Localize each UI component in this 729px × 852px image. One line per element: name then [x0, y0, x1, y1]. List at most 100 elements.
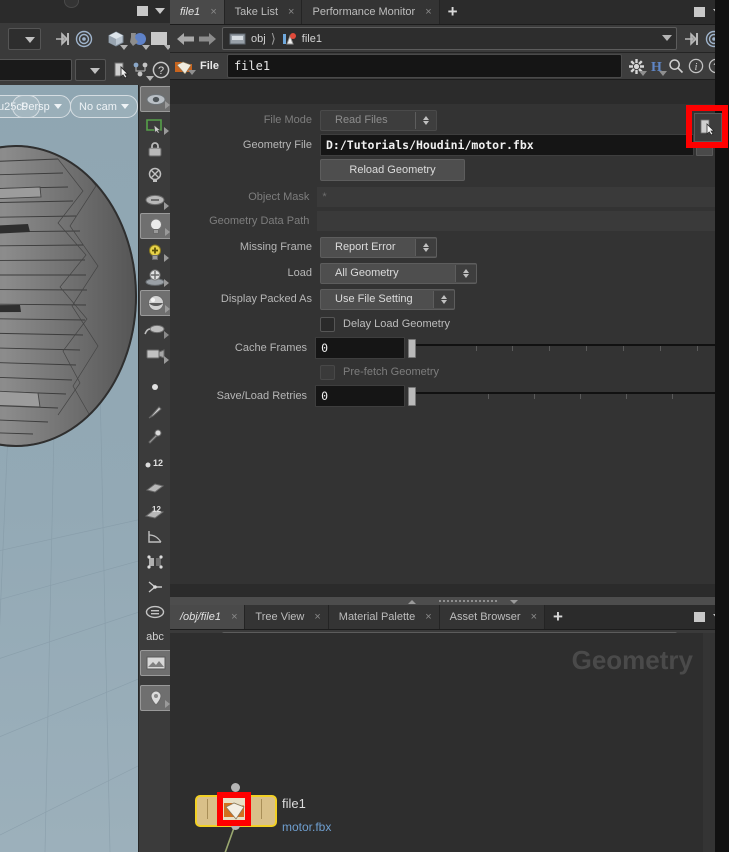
splitter-grip[interactable] [438, 599, 498, 604]
target-icon[interactable] [73, 28, 94, 50]
node-graph-icon[interactable] [131, 59, 155, 81]
close-icon[interactable]: × [210, 6, 216, 18]
environment-light-icon[interactable] [140, 265, 170, 289]
spinner-icon[interactable] [455, 264, 476, 282]
gear-icon[interactable] [626, 55, 647, 77]
tab-file1[interactable]: file1 × [170, 0, 225, 24]
file-mode-menu[interactable]: Read Files [320, 109, 437, 131]
path-crumb-file1[interactable]: file1 [302, 33, 322, 45]
houdini-h-icon[interactable]: H [646, 55, 667, 77]
geometry-file-input[interactable]: D:/Tutorials/Houdini/motor.fbx [320, 133, 694, 156]
select-arrow-icon[interactable] [112, 59, 131, 81]
cache-frames-slider[interactable] [408, 338, 715, 358]
path-crumb-obj[interactable]: obj [251, 33, 266, 45]
maximize-pane-button[interactable] [694, 612, 705, 622]
eyedropper-icon[interactable] [140, 425, 170, 449]
split-tool-icon[interactable] [140, 575, 170, 599]
param-row-reload: Reload Geometry [170, 157, 715, 182]
slider-handle[interactable] [408, 339, 417, 358]
pivot-cross-icon[interactable] [140, 163, 170, 187]
spinner-icon[interactable] [433, 290, 454, 308]
tab-material-palette[interactable]: Material Palette × [328, 605, 440, 629]
close-icon[interactable]: × [314, 611, 320, 623]
reload-geometry-button[interactable]: Reload Geometry [320, 158, 465, 181]
uv-tool-icon[interactable] [140, 317, 170, 341]
tab-obj-file1[interactable]: /obj/file1 × [170, 605, 246, 629]
param-row-missing-frame: Missing Frame Report Error [170, 234, 715, 260]
tab-performance-monitor[interactable]: Performance Monitor × [302, 0, 440, 24]
add-light-icon[interactable] [140, 240, 170, 264]
curve-tool-icon[interactable] [140, 525, 170, 549]
back-arrow-icon[interactable] [174, 29, 196, 49]
info-icon[interactable]: i [686, 55, 706, 77]
view-tool-icon[interactable] [140, 86, 172, 112]
measure-edge-icon[interactable]: 12 [140, 500, 170, 524]
add-tab-button[interactable]: + [440, 0, 466, 24]
points-grid-icon[interactable] [140, 550, 170, 574]
viewport-persp-pill[interactable]: Persp [12, 95, 71, 118]
scene-viewport[interactable]: \u25c9 Persp No cam [0, 85, 138, 852]
measure-number-icon[interactable]: 12 [140, 450, 170, 474]
lighting-icon[interactable] [126, 28, 150, 50]
forward-arrow-icon[interactable] [196, 29, 218, 49]
material-tool-icon[interactable] [140, 290, 172, 316]
chevron-down-icon[interactable] [662, 35, 672, 41]
viewport-filter-combo[interactable] [74, 59, 106, 81]
pre-fetch-geometry-checkbox[interactable] [320, 364, 335, 380]
tab-take-list[interactable]: Take List × [224, 0, 303, 24]
node-input-connector[interactable] [231, 783, 240, 792]
node-path-field[interactable]: obj ⟩ file1 [222, 27, 677, 50]
close-icon[interactable]: × [531, 611, 537, 623]
tab-asset-browser[interactable]: Asset Browser × [439, 605, 546, 629]
missing-frame-menu[interactable]: Report Error [320, 236, 437, 258]
add-tab-button[interactable]: + [545, 605, 571, 629]
cube-icon[interactable] [105, 28, 128, 50]
maximize-pane-button[interactable] [137, 6, 148, 16]
pin-icon[interactable] [53, 28, 74, 50]
close-icon[interactable]: × [288, 6, 294, 18]
spinner-icon[interactable] [415, 238, 436, 256]
capsule-handle-icon[interactable] [140, 188, 170, 212]
geometry-data-path-input[interactable] [317, 211, 715, 231]
network-canvas[interactable]: Geometry file1 motor.fbx [170, 633, 715, 852]
capsule-shape-icon[interactable] [140, 600, 170, 624]
search-icon[interactable] [666, 55, 686, 77]
spinner-icon[interactable] [415, 111, 436, 129]
pane-menu-button[interactable] [155, 8, 165, 14]
tab-tree-view[interactable]: Tree View × [245, 605, 329, 629]
load-menu[interactable]: All Geometry [320, 262, 477, 284]
viewport-camera-pill[interactable]: No cam [70, 95, 138, 118]
display-packed-as-menu[interactable]: Use File Setting [320, 288, 455, 310]
close-icon[interactable]: × [231, 611, 237, 623]
point-icon[interactable] [140, 375, 170, 399]
save-load-retries-input[interactable]: 0 [315, 385, 406, 407]
close-icon[interactable]: × [425, 611, 431, 623]
delay-load-geometry-checkbox[interactable] [320, 316, 335, 332]
collapse-down-icon[interactable] [510, 600, 518, 604]
maximize-pane-button[interactable] [694, 7, 705, 17]
viewport-search-field[interactable] [0, 59, 72, 81]
sculpt-tool-icon[interactable] [140, 475, 170, 499]
file-sop-icon [170, 58, 196, 75]
geometry-file-browse-button[interactable] [694, 113, 722, 142]
marker-pin-icon[interactable] [140, 685, 172, 711]
light-tool-icon[interactable] [140, 213, 172, 239]
pin-icon[interactable] [681, 28, 703, 50]
network-scrollbar[interactable] [703, 633, 715, 852]
brush-tool-icon[interactable] [140, 400, 170, 424]
lock-handle-icon[interactable] [140, 138, 170, 162]
node-name-field[interactable]: file1 [226, 54, 622, 78]
cache-frames-input[interactable]: 0 [315, 337, 406, 359]
close-icon[interactable]: × [425, 6, 431, 18]
select-tool-icon[interactable] [140, 113, 170, 137]
display-options-icon[interactable] [148, 28, 172, 50]
object-mask-input[interactable]: * [317, 187, 715, 207]
save-load-retries-slider[interactable] [408, 386, 715, 406]
text-abc-icon[interactable]: abc [140, 625, 170, 649]
viewport-layout-combo[interactable] [7, 28, 42, 50]
collapse-up-icon[interactable] [408, 600, 416, 604]
param-label-file-mode: File Mode [263, 114, 312, 126]
camera-tool-icon[interactable] [140, 342, 170, 366]
image-plane-icon[interactable] [140, 650, 172, 676]
slider-handle[interactable] [408, 387, 417, 406]
